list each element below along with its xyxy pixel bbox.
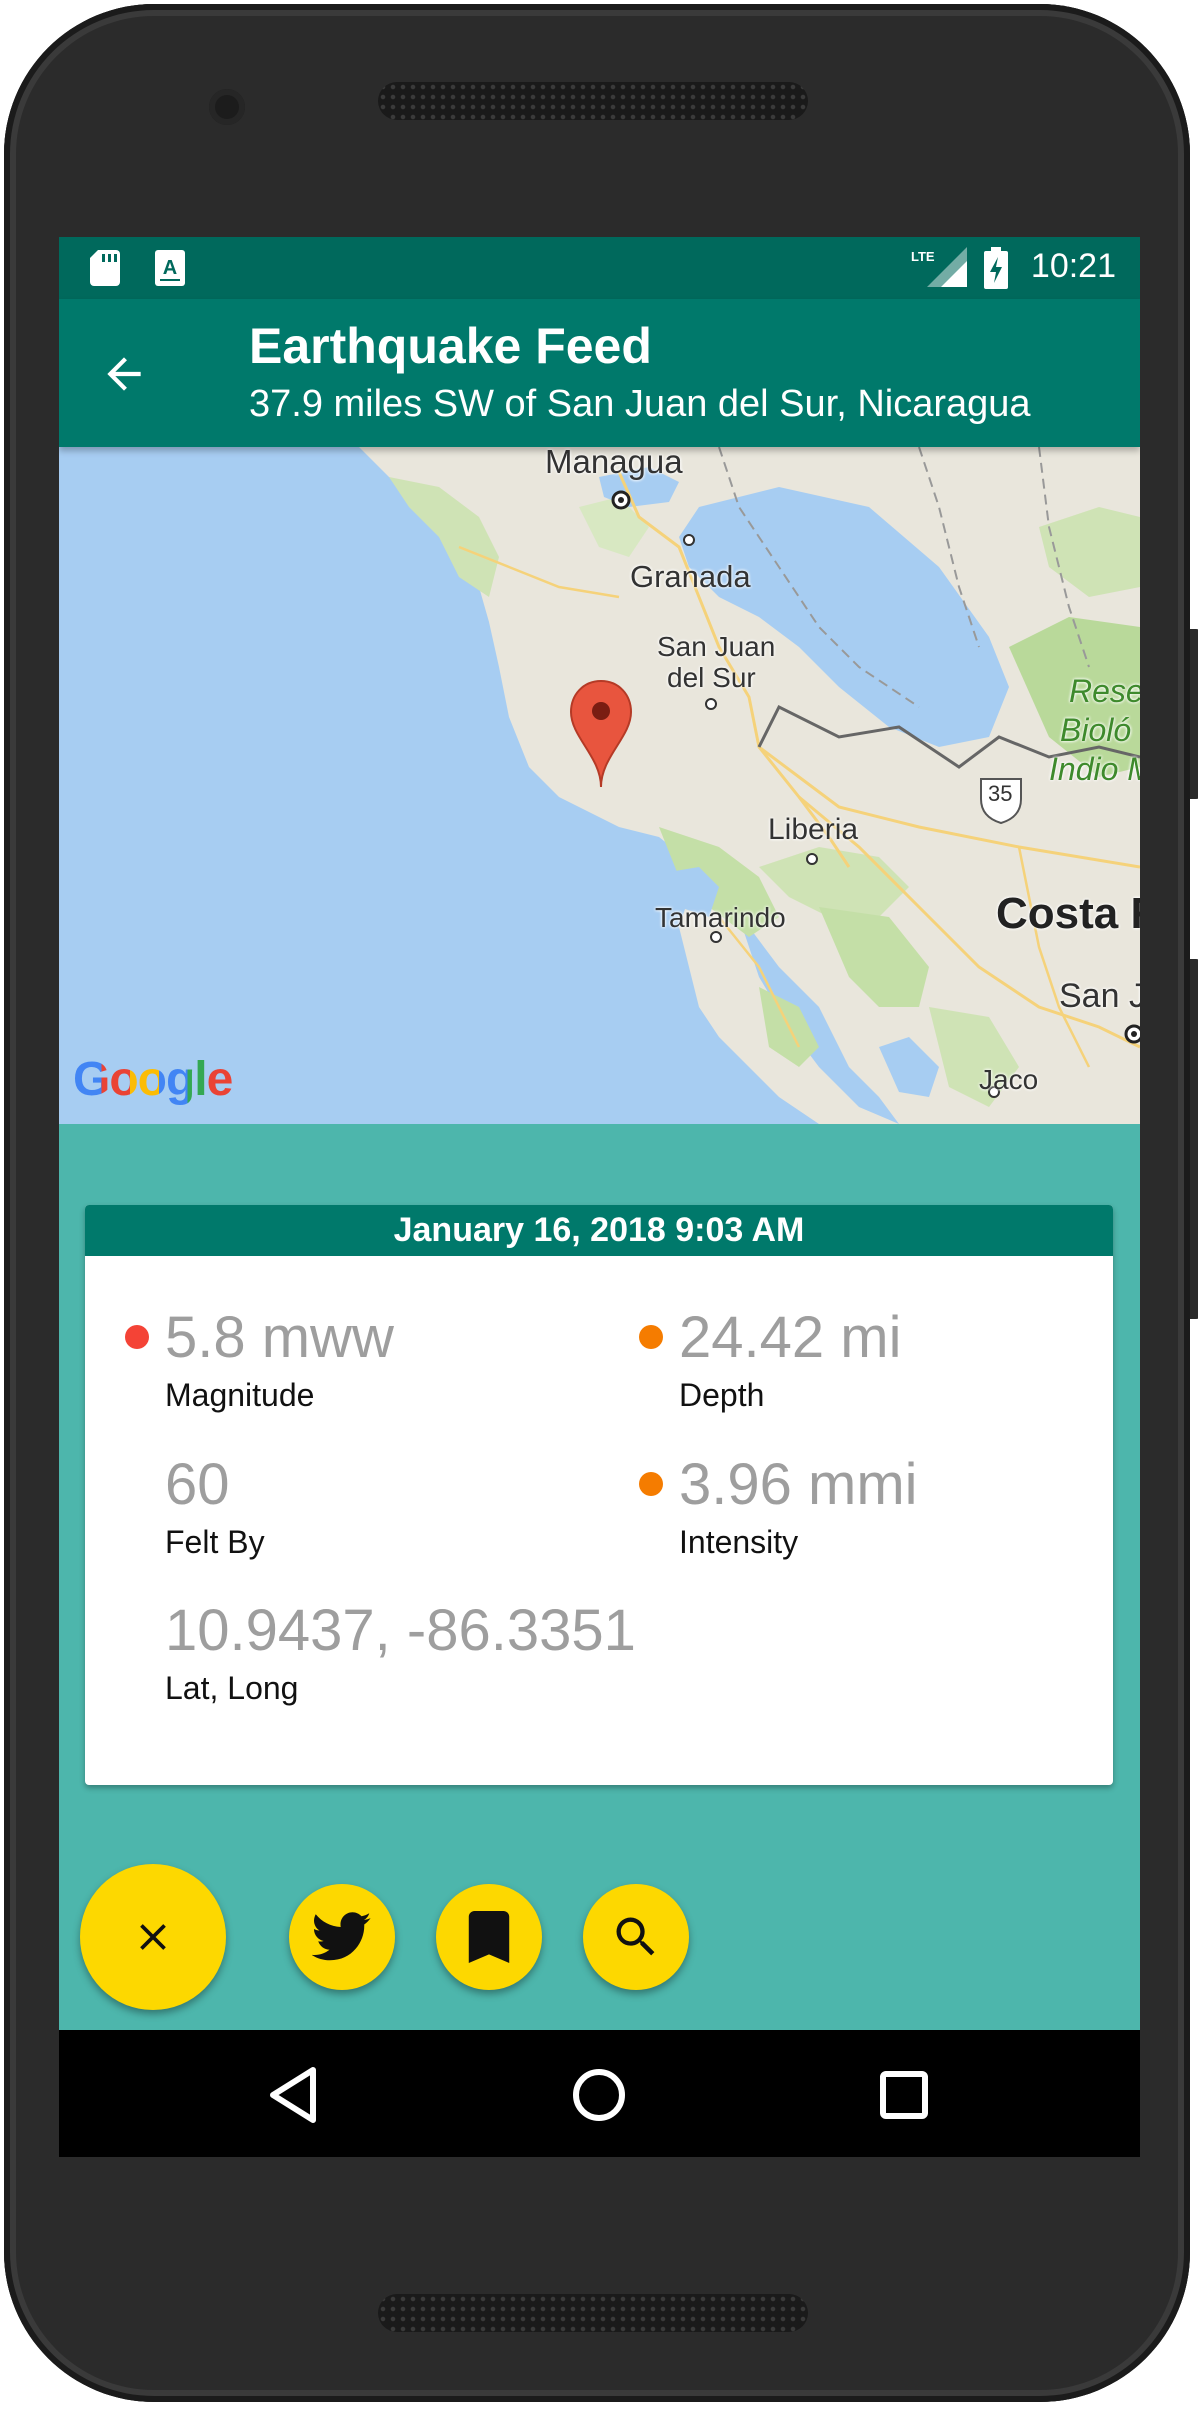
lte-signal-icon: LTE — [911, 247, 967, 292]
map-label-reserve-3: Indio M — [1049, 751, 1140, 787]
lat-long-value: 10.9437, -86.3351 — [165, 1598, 636, 1663]
depth-value: 24.42 mi — [679, 1305, 902, 1370]
top-speaker — [378, 82, 808, 120]
back-triangle-icon[interactable] — [259, 2060, 329, 2130]
arrow-back-icon[interactable] — [99, 349, 149, 399]
twitter-icon — [312, 1912, 371, 1961]
close-button[interactable] — [80, 1864, 226, 2010]
screen: A LTE 10:21 Earthquake Feed 37.9 miles S… — [59, 237, 1140, 2157]
app-title: Earthquake Feed — [249, 318, 652, 374]
map-label-reserve-1: Rese — [1069, 673, 1140, 709]
svg-text:A: A — [163, 257, 177, 279]
close-icon — [140, 1924, 166, 1950]
depth-dot — [639, 1325, 663, 1349]
status-time: 10:21 — [1030, 247, 1116, 285]
map-view[interactable]: Managua Granada San Juan del Sur Liberia… — [59, 447, 1140, 1124]
bookmark-button[interactable] — [436, 1884, 542, 1990]
felt-by-value: 60 — [165, 1452, 230, 1517]
felt-by-stat: 60 Felt By — [165, 1452, 265, 1561]
system-nav-bar — [59, 2030, 1140, 2157]
intensity-label: Intensity — [679, 1524, 799, 1560]
route-number: 35 — [988, 781, 1013, 806]
map-label-managua: Managua — [545, 447, 683, 480]
intensity-dot — [639, 1472, 663, 1496]
depth-stat: 24.42 mi Depth — [639, 1305, 902, 1414]
felt-by-label: Felt By — [165, 1524, 265, 1560]
lat-long-stat: 10.9437, -86.3351 Lat, Long — [165, 1598, 636, 1707]
map-label-jaco: Jaco — [979, 1064, 1039, 1095]
bottom-speaker — [378, 2294, 808, 2332]
map-label-san-juan: San Juan — [657, 631, 776, 662]
depth-label: Depth — [679, 1377, 765, 1413]
power-button — [1190, 629, 1198, 799]
map-label-reserve-2: Bioló — [1060, 712, 1132, 748]
map-label-tamarindo: Tamarindo — [655, 902, 786, 933]
lte-label: LTE — [911, 249, 935, 264]
map-label-costa-rica: Costa R — [996, 889, 1140, 938]
volume-button — [1190, 959, 1198, 1319]
card-date-header: January 16, 2018 9:03 AM — [85, 1205, 1113, 1256]
google-attribution: Google — [73, 1052, 233, 1107]
intensity-stat: 3.96 mmi Intensity — [639, 1452, 918, 1561]
sd-card-icon — [90, 250, 120, 291]
status-bar: A LTE 10:21 — [59, 237, 1140, 299]
home-circle-icon[interactable] — [564, 2060, 634, 2130]
map-label-san-jose: San J — [1059, 977, 1140, 1015]
search-button[interactable] — [583, 1884, 689, 1990]
font-a-icon: A — [155, 250, 185, 291]
phone-frame: A LTE 10:21 Earthquake Feed 37.9 miles S… — [4, 4, 1198, 2402]
google-logo-text: Google — [73, 1053, 233, 1106]
app-bar: Earthquake Feed 37.9 miles SW of San Jua… — [59, 299, 1140, 447]
magnitude-stat: 5.8 mww Magnitude — [125, 1305, 394, 1414]
magnitude-dot — [125, 1325, 149, 1349]
recents-square-icon[interactable] — [869, 2060, 939, 2130]
map-label-granada: Granada — [630, 559, 751, 594]
intensity-value: 3.96 mmi — [679, 1452, 918, 1517]
magnitude-label: Magnitude — [165, 1377, 315, 1413]
front-camera — [209, 89, 245, 125]
app-subtitle: 37.9 miles SW of San Juan del Sur, Nicar… — [249, 383, 1031, 425]
map-label-del-sur: del Sur — [667, 662, 756, 693]
search-icon — [616, 1917, 655, 1956]
earthquake-detail-card: January 16, 2018 9:03 AM 5.8 mww Magnitu… — [85, 1205, 1113, 1785]
map-label-liberia: Liberia — [768, 813, 859, 846]
twitter-share-button[interactable] — [289, 1884, 395, 1990]
magnitude-value: 5.8 mww — [165, 1305, 394, 1370]
bookmark-icon — [468, 1911, 510, 1963]
battery-charging-icon — [984, 247, 1008, 294]
lat-long-label: Lat, Long — [165, 1670, 299, 1706]
